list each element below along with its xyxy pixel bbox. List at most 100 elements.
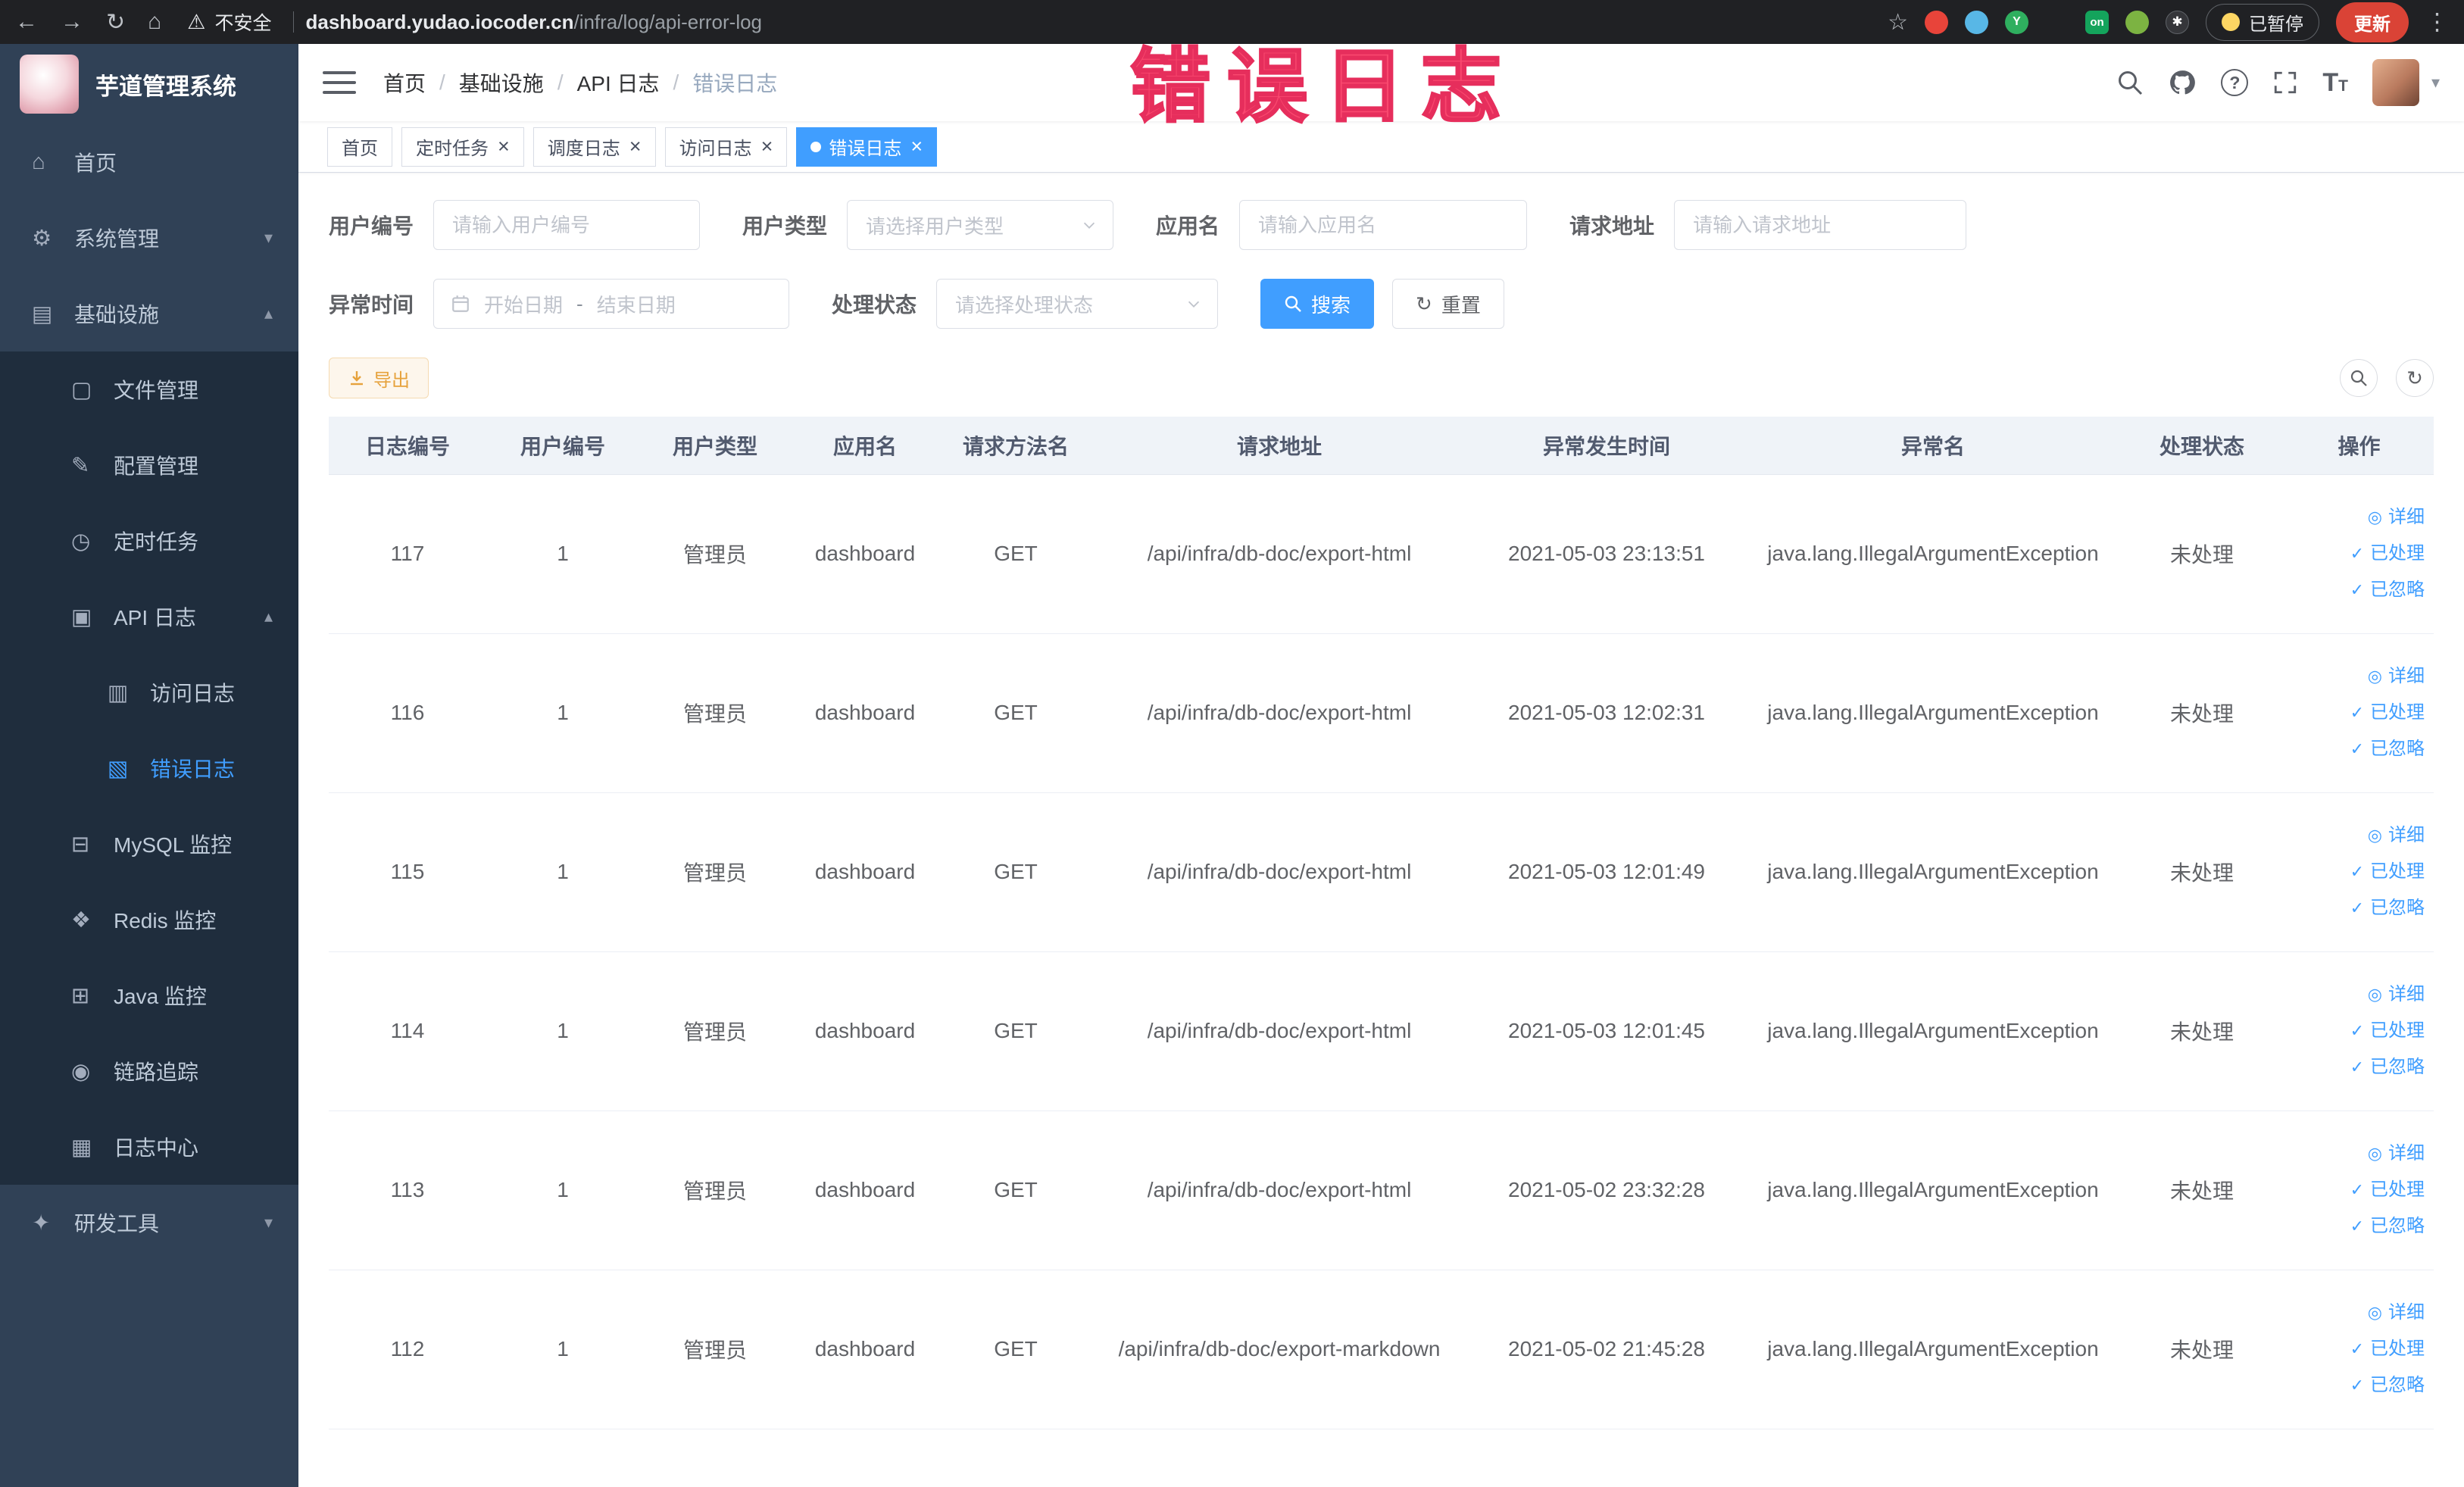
check-icon: ✓ (2350, 1376, 2364, 1395)
logo-image (20, 55, 79, 114)
action-ignored-link[interactable]: ✓ 已忽略 (2284, 731, 2425, 767)
bookmark-star-icon[interactable]: ☆ (1888, 9, 1908, 36)
help-icon[interactable]: ? (2221, 69, 2249, 96)
action-detail-link[interactable]: ◎ 详细 (2284, 1295, 2425, 1331)
sidebar-item-config-mgmt[interactable]: ✎ 配置管理 (0, 427, 298, 503)
sidebar-item-log-center[interactable]: ▦ 日志中心 (0, 1109, 298, 1185)
cell-user_id: 1 (486, 951, 639, 1111)
action-processed-link[interactable]: ✓ 已处理 (2284, 695, 2425, 731)
forward-icon[interactable]: → (61, 9, 83, 35)
close-icon[interactable]: × (498, 136, 510, 157)
paused-badge[interactable]: 已暂停 (2206, 3, 2319, 41)
extension-grid-icon[interactable] (2045, 11, 2069, 34)
table-toolbar: 导出 ↻ (329, 358, 2434, 398)
close-icon[interactable]: × (761, 136, 773, 157)
sidebar-item-api-log[interactable]: ▣ API 日志 ▴ (0, 579, 298, 654)
date-range-picker[interactable]: 开始日期 - 结束日期 (433, 279, 790, 329)
tab-api-error-log[interactable]: 错误日志 × (796, 127, 938, 167)
sidebar-item-dev-tools[interactable]: ✦ 研发工具 ▾ (0, 1185, 298, 1261)
action-label: 已处理 (2370, 543, 2425, 564)
user-type-placeholder: 请选择用户类型 (866, 214, 1004, 238)
action-detail-link[interactable]: ◎ 详细 (2284, 817, 2425, 854)
cell-app: dashboard (791, 474, 939, 634)
action-detail-link[interactable]: ◎ 详细 (2284, 658, 2425, 695)
action-ignored-link[interactable]: ✓ 已忽略 (2284, 1367, 2425, 1404)
action-detail-link[interactable]: ◎ 详细 (2284, 976, 2425, 1013)
toggle-search-button[interactable] (2340, 359, 2378, 397)
action-ignored-link[interactable]: ✓ 已忽略 (2284, 890, 2425, 926)
extension-on-icon[interactable]: on (2085, 10, 2109, 34)
breadcrumb-item[interactable]: 首页 (383, 67, 426, 98)
sidebar-item-infrastructure[interactable]: ▤ 基础设施 ▴ (0, 276, 298, 351)
update-button[interactable]: 更新 (2336, 2, 2409, 42)
tab-api-access-log[interactable]: 访问日志 × (664, 127, 788, 167)
reset-button[interactable]: ↻ 重置 (1392, 279, 1504, 329)
chevron-down-icon[interactable]: ▾ (2431, 73, 2440, 92)
tab-job-log[interactable]: 调度日志 × (532, 127, 656, 167)
request-url-input[interactable] (1674, 200, 1967, 250)
action-processed-link[interactable]: ✓ 已处理 (2284, 1172, 2425, 1208)
action-ignored-link[interactable]: ✓ 已忽略 (2284, 572, 2425, 608)
close-icon[interactable]: × (629, 136, 642, 157)
action-ignored-link[interactable]: ✓ 已忽略 (2284, 1049, 2425, 1086)
action-processed-link[interactable]: ✓ 已处理 (2284, 1331, 2425, 1367)
action-ignored-link[interactable]: ✓ 已忽略 (2284, 1208, 2425, 1245)
app-logo[interactable]: 芋道管理系统 (0, 44, 298, 124)
tab-index[interactable]: 首页 (327, 127, 392, 167)
back-icon[interactable]: ← (15, 9, 38, 35)
user-id-input[interactable] (433, 200, 701, 250)
tab-job[interactable]: 定时任务 × (401, 127, 524, 167)
column-header: 应用名 (791, 417, 939, 475)
sidebar-item-error-log[interactable]: ▧ 错误日志 (0, 730, 298, 806)
search-icon[interactable] (2116, 69, 2144, 96)
github-icon[interactable] (2168, 68, 2197, 97)
table-row: 112 1 管理员 dashboard GET/api/infra/db-doc/exp… (329, 1270, 2434, 1429)
cell-user_id: 1 (486, 474, 639, 634)
reload-icon[interactable]: ↻ (106, 9, 125, 36)
breadcrumb-item[interactable]: 基础设施 (459, 67, 544, 98)
extension-leaf-icon[interactable] (2125, 10, 2149, 34)
sidebar-item-redis-monitor[interactable]: ❖ Redis 监控 (0, 882, 298, 957)
sidebar-item-scheduled-jobs[interactable]: ◷ 定时任务 (0, 503, 298, 579)
user-type-select[interactable]: 请选择用户类型 (847, 200, 1114, 250)
sidebar-item-mysql-monitor[interactable]: ⊟ MySQL 监控 (0, 806, 298, 882)
sidebar-item-trace[interactable]: ◉ 链路追踪 (0, 1033, 298, 1109)
extension-red-icon[interactable] (1925, 10, 1948, 34)
extension-blue-icon[interactable] (1965, 10, 1988, 34)
cell-method: GET (939, 1111, 1092, 1270)
action-processed-link[interactable]: ✓ 已处理 (2284, 854, 2425, 890)
action-detail-link[interactable]: ◎ 详细 (2284, 499, 2425, 536)
hamburger-icon[interactable] (323, 71, 356, 94)
fullscreen-icon[interactable] (2272, 70, 2298, 95)
sidebar-item-home[interactable]: ⌂ 首页 (0, 124, 298, 200)
browser-menu-icon[interactable]: ⋮ (2425, 8, 2449, 36)
action-processed-link[interactable]: ✓ 已处理 (2284, 1013, 2425, 1049)
app-name-input[interactable] (1239, 200, 1528, 250)
sidebar-item-label: 文件管理 (114, 379, 199, 402)
action-processed-link[interactable]: ✓ 已处理 (2284, 536, 2425, 572)
search-button[interactable]: 搜索 (1260, 279, 1375, 329)
sidebar-item-label: 链路追踪 (114, 1061, 199, 1084)
search-icon (2350, 370, 2367, 386)
extension-green-icon[interactable]: Y (2005, 10, 2028, 34)
sidebar-item-access-log[interactable]: ▥ 访问日志 (0, 654, 298, 730)
browser-home-icon[interactable]: ⌂ (148, 9, 161, 35)
column-header: 用户编号 (486, 417, 639, 475)
process-status-select[interactable]: 请选择处理状态 (936, 279, 1219, 329)
sidebar-item-file-mgmt[interactable]: ▢ 文件管理 (0, 351, 298, 427)
sidebar-item-system-mgmt[interactable]: ⚙ 系统管理 ▾ (0, 200, 298, 276)
sidebar-item-java-monitor[interactable]: ⊞ Java 监控 (0, 957, 298, 1033)
close-icon[interactable]: × (910, 136, 923, 157)
refresh-table-button[interactable]: ↻ (2396, 359, 2434, 397)
paused-label: 已暂停 (2249, 14, 2303, 35)
action-detail-link[interactable]: ◎ 详细 (2284, 1136, 2425, 1172)
site-security-info[interactable]: ⚠ 不安全 (187, 8, 305, 36)
breadcrumb-item[interactable]: API 日志 (577, 67, 660, 98)
browser-nav-buttons: ← → ↻ ⌂ (15, 9, 161, 36)
address-bar[interactable]: dashboard.yudao.iocoder.cn/infra/log/api… (306, 11, 1888, 34)
extension-paw-icon[interactable]: ✱ (2166, 10, 2189, 34)
filter-row-2: 异常时间 开始日期 - 结束日期 处理状态 请选择处理状态 搜索 ↻ 重置 (329, 279, 2434, 329)
export-button[interactable]: 导出 (329, 358, 429, 398)
font-size-icon[interactable]: TT (2322, 70, 2348, 95)
avatar[interactable] (2372, 59, 2419, 106)
